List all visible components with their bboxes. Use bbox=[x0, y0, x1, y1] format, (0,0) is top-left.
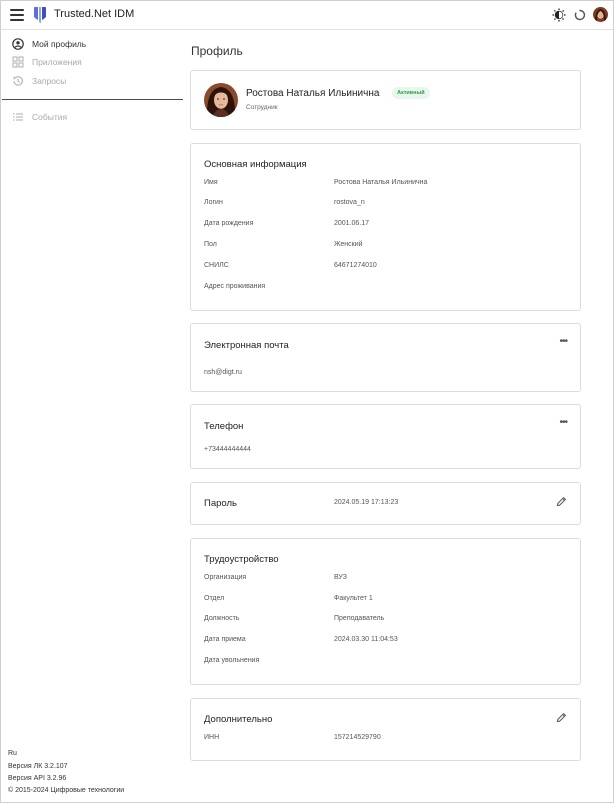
card-title: Основная информация bbox=[204, 159, 307, 170]
field-label: Адрес проживания bbox=[204, 283, 266, 290]
copyright: © 2015-2024 Цифровые технологии bbox=[8, 787, 125, 794]
field-label: ИНН bbox=[204, 734, 220, 741]
field-value: Факультет 1 bbox=[334, 595, 373, 602]
field-label: Дата увольнения bbox=[204, 657, 260, 664]
field-value: 157214529790 bbox=[334, 734, 381, 741]
basic-info-card: Основная информация Имя Ростова Наталья … bbox=[190, 143, 581, 311]
field-value: Женский bbox=[334, 241, 363, 248]
profile-role: Сотрудник bbox=[246, 104, 278, 111]
more-options-icon[interactable]: ••• bbox=[559, 417, 567, 428]
app-title: Trusted.Net IDM bbox=[54, 8, 135, 20]
menu-icon[interactable] bbox=[10, 9, 24, 21]
field-value: 64671274010 bbox=[334, 262, 377, 269]
field-value: 2024.03.30 11:04:53 bbox=[334, 636, 398, 643]
phone-card: Телефон ••• +73444444444 bbox=[190, 404, 581, 469]
more-options-icon[interactable]: ••• bbox=[559, 336, 567, 347]
language-selector[interactable]: Ru bbox=[8, 750, 17, 757]
theme-toggle-icon[interactable] bbox=[552, 8, 566, 22]
sidebar-item-requests[interactable]: Запросы bbox=[12, 73, 66, 89]
history-icon bbox=[13, 76, 23, 86]
sidebar-item-applications[interactable]: Приложения bbox=[12, 54, 82, 70]
list-icon bbox=[13, 113, 23, 121]
employment-card: Трудоустройство Организация ВУЗ Отдел Фа… bbox=[190, 538, 581, 685]
profile-name: Ростова Наталья Ильинична bbox=[246, 88, 380, 99]
sidebar-item-events[interactable]: События bbox=[12, 109, 67, 125]
password-changed-date: 2024.05.19 17:13:23 bbox=[334, 499, 399, 506]
field-label: Дата рождения bbox=[204, 220, 254, 227]
sidebar-item-label: Мой профиль bbox=[32, 39, 87, 49]
field-value: Преподаватель bbox=[334, 615, 385, 622]
sidebar-divider bbox=[2, 99, 183, 100]
additional-card: Дополнительно ИНН 157214529790 bbox=[190, 698, 581, 761]
card-title: Трудоустройство bbox=[204, 554, 279, 565]
field-value: rostova_n bbox=[334, 199, 365, 206]
user-circle-icon bbox=[12, 38, 24, 50]
field-value: Ростова Наталья Ильинична bbox=[334, 179, 428, 186]
sidebar: Мой профиль Приложения Запросы События R… bbox=[1, 30, 183, 802]
sidebar-item-label: События bbox=[32, 112, 68, 122]
edit-pencil-icon[interactable] bbox=[556, 712, 567, 723]
field-label: Отдел bbox=[204, 595, 225, 602]
phone-value: +73444444444 bbox=[204, 446, 251, 453]
sidebar-item-label: Запросы bbox=[32, 76, 67, 86]
email-value: nsh@digt.ru bbox=[204, 369, 242, 376]
loading-spinner-icon bbox=[574, 9, 586, 21]
field-value: 2001.06.17 bbox=[334, 220, 370, 227]
sidebar-item-my-profile[interactable]: Мой профиль bbox=[12, 36, 86, 52]
card-title: Дополнительно bbox=[204, 714, 273, 725]
password-card: Пароль 2024.05.19 17:13:23 bbox=[190, 482, 581, 525]
api-version: Версия API 3.2.96 bbox=[8, 775, 67, 782]
app-header: Trusted.Net IDM bbox=[1, 1, 613, 30]
card-title: Телефон bbox=[204, 421, 244, 432]
field-label: Пол bbox=[204, 241, 217, 248]
field-label: Дата приема bbox=[204, 636, 246, 643]
status-badge: Активный bbox=[392, 87, 430, 99]
field-label: Организация bbox=[204, 574, 247, 581]
field-label: Имя bbox=[204, 179, 218, 186]
field-label: Логин bbox=[204, 199, 223, 206]
email-card: Электронная почта ••• nsh@digt.ru bbox=[190, 323, 581, 392]
user-avatar[interactable] bbox=[593, 7, 608, 22]
field-label: Должность bbox=[204, 615, 240, 622]
card-title: Пароль bbox=[204, 498, 237, 509]
card-title: Электронная почта bbox=[204, 340, 289, 351]
sidebar-item-label: Приложения bbox=[32, 57, 82, 67]
lk-version: Версия ЛК 3.2.107 bbox=[8, 763, 68, 770]
field-value: ВУЗ bbox=[334, 574, 347, 581]
edit-pencil-icon[interactable] bbox=[556, 496, 567, 507]
field-label: СНИЛС bbox=[204, 262, 229, 269]
grid-apps-icon bbox=[12, 56, 24, 68]
page-title: Профиль bbox=[191, 44, 243, 58]
profile-avatar bbox=[204, 83, 238, 117]
profile-card: Ростова Наталья Ильинична Активный Сотру… bbox=[190, 70, 581, 130]
app-logo-icon bbox=[34, 7, 46, 23]
